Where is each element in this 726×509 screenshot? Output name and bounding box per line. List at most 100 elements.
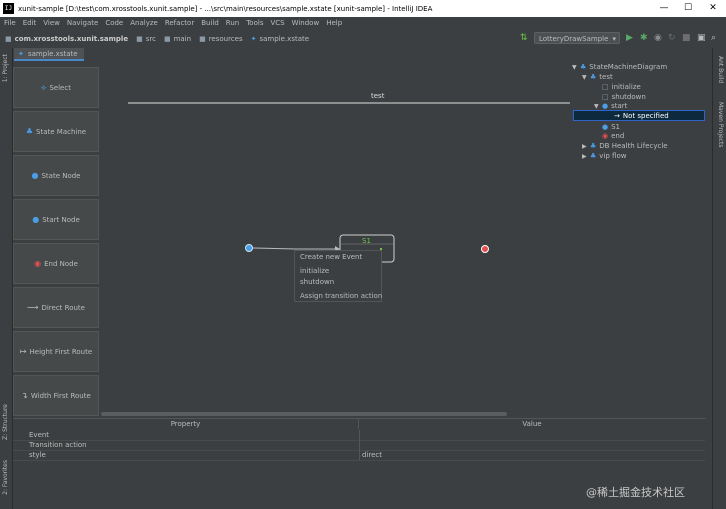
menu-vcs[interactable]: VCS [270,19,284,27]
transition-line[interactable] [252,247,340,250]
chevron-right-icon: ▶ [582,142,587,150]
breadcrumb-resources[interactable]: ■ resources [199,35,243,43]
menu-run[interactable]: Run [226,19,239,27]
value-column-header: Value [522,420,542,428]
close-button[interactable]: ✕ [701,0,725,17]
palette-width-first-route-button[interactable]: ↴ Width First Route [13,375,99,416]
folder-icon: ■ [5,34,12,43]
right-tool-strip: Ant Build Maven Projects [712,48,726,509]
profile-icon[interactable]: ↻ [668,33,676,43]
watermark: @稀土掘金技术社区 [586,486,685,499]
start-node-icon: ● [32,215,40,224]
palette-state-machine-button[interactable]: ♣ State Machine [13,111,99,152]
state-machine-icon: ♣ [590,142,597,150]
state-node-icon: ● [31,171,39,180]
project-structure-icon[interactable]: ▣ [697,33,706,43]
palette-state-node-button[interactable]: ● State Node [13,155,99,196]
run-configuration-select[interactable]: LotteryDrawSample ▾ [534,32,620,44]
palette-height-first-route-button[interactable]: ↦ Height First Route [13,331,99,372]
tab-sample-xstate[interactable]: ✦ sample.xstate [14,48,84,61]
outline-tree: ▼ ♣ StateMachineDiagram ▼ ♣ test □ initi… [572,62,710,172]
stop-icon[interactable]: ■ [682,33,691,43]
width-first-route-icon: ↴ [21,391,28,400]
state-file-icon: ✦ [250,34,257,43]
ant-build-tool-tab[interactable]: Ant Build [717,56,724,83]
chevron-down-icon: ▼ [594,102,599,110]
structure-tool-tab[interactable]: Z: Structure [2,404,9,440]
folder-icon: ■ [163,34,171,43]
chevron-down-icon: ▾ [612,35,616,43]
left-tool-strip: 1: Project Z: Structure 2: Favorites [0,48,13,509]
tree-node-vip-flow[interactable]: ▶ ♣ vip flow [582,151,626,161]
menu-item-create-new-event[interactable]: Create new Event [300,253,362,261]
maximize-button[interactable]: ☐ [676,0,700,17]
event-icon: □ [602,83,609,91]
menu-item-shutdown[interactable]: shutdown [300,278,334,286]
menu-build[interactable]: Build [201,19,219,27]
tree-node-end[interactable]: ◉ end [602,131,624,141]
breadcrumb-src[interactable]: ■ src [136,35,156,43]
search-icon[interactable]: ⌕ [711,33,716,43]
breadcrumb-main[interactable]: ■ main [164,35,191,43]
tree-node-initialize[interactable]: □ initialize [602,82,641,92]
favorites-tool-tab[interactable]: 2: Favorites [2,460,9,495]
project-tool-tab[interactable]: 1: Project [2,54,9,82]
folder-icon: ■ [199,34,206,43]
menu-code[interactable]: Code [105,19,123,27]
menu-edit[interactable]: Edit [23,19,37,27]
palette-select-button[interactable]: ⟡ Select [13,67,99,108]
height-first-route-icon: ↦ [19,347,27,356]
chevron-down-icon: ▼ [572,63,577,71]
menu-refactor[interactable]: Refactor [165,19,194,27]
state-file-icon: ✦ [18,50,24,58]
menu-tools[interactable]: Tools [246,19,263,27]
end-node-icon: ◉ [602,132,609,140]
run-icon[interactable]: ▶ [626,33,633,43]
menu-window[interactable]: Window [292,19,320,27]
coverage-icon[interactable]: ◉ [654,33,662,43]
state-node-icon: ● [602,123,609,131]
tree-node-start[interactable]: ▼ ● start [594,101,627,111]
select-icon: ⟡ [41,82,47,92]
build-icon[interactable]: ⇅ [520,33,528,43]
menu-file[interactable]: File [4,19,16,27]
breadcrumb-file[interactable]: ✦ sample.xstate [251,35,309,43]
menu-help[interactable]: Help [326,19,342,27]
folder-icon: ■ [136,34,143,43]
menu-view[interactable]: View [43,19,60,27]
table-row[interactable]: style direct [13,450,705,461]
debug-icon[interactable]: ✱ [640,33,648,43]
palette-direct-route-button[interactable]: ⟶ Direct Route [13,287,99,328]
context-menu: Create new Event initialize shutdown Ass… [294,250,382,302]
chevron-right-icon: ▶ [582,152,587,160]
window-title: xunit-sample [D:\test\com.xrosstools.xun… [18,4,433,13]
intellij-logo-icon: IJ [3,3,14,14]
horizontal-scrollbar[interactable] [101,412,507,416]
properties-table: Property Value Event Transition action s… [13,418,706,461]
end-node[interactable] [481,245,489,253]
tree-node-test[interactable]: ▼ ♣ test [582,72,613,82]
tree-node-not-specified[interactable]: → Not specified [614,111,669,121]
tree-node-root[interactable]: ▼ ♣ StateMachineDiagram [572,62,667,72]
state-machine-icon: ♣ [590,152,597,160]
end-node-icon: ◉ [34,259,42,268]
menu-analyze[interactable]: Analyze [130,19,158,27]
breadcrumb-project[interactable]: ■ com.xrosstools.xunit.sample [5,35,128,43]
palette-start-node-button[interactable]: ● Start Node [13,199,99,240]
direct-route-icon: ⟶ [27,303,39,312]
palette-panel: ⟡ Select ♣ State Machine ● State Node ● … [13,62,100,418]
minimize-button[interactable]: — [652,0,676,17]
menu-item-initialize[interactable]: initialize [300,267,329,275]
menu-navigate[interactable]: Navigate [67,19,98,27]
state-machine-icon: ♣ [25,127,34,136]
menu-bar: File Edit View Navigate Code Analyze Ref… [0,17,726,29]
transition-icon: → [614,112,620,120]
property-column-header: Property [13,419,359,429]
menu-item-assign-transition-action[interactable]: Assign transition action [300,292,382,300]
palette-end-node-button[interactable]: ◉ End Node [13,243,99,284]
event-icon: □ [602,93,609,101]
start-node[interactable] [245,244,253,252]
maven-projects-tool-tab[interactable]: Maven Projects [717,102,724,147]
editor-tab-row: ✦ sample.xstate [13,48,712,62]
tree-node-db-health-lifecycle[interactable]: ▶ ♣ DB Health Lifecycle [582,141,668,151]
